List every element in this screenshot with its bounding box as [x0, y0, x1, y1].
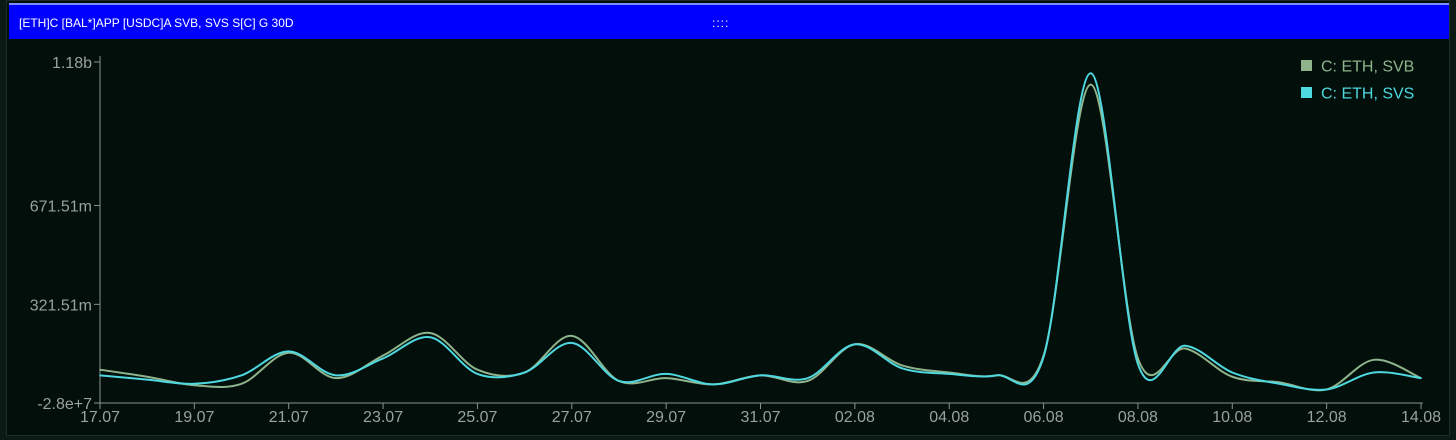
data-point — [146, 375, 148, 378]
series-line-2 — [99, 72, 1422, 391]
data-point — [1278, 383, 1281, 385]
data-point — [99, 374, 101, 377]
data-point — [570, 335, 573, 337]
data-point — [382, 354, 384, 357]
x-tick-label: 10.08 — [1212, 409, 1252, 426]
data-point — [193, 383, 196, 385]
data-point — [1184, 347, 1186, 350]
data-point — [665, 377, 667, 379]
data-point — [995, 374, 998, 377]
data-point — [382, 357, 384, 360]
x-tick-label: 31.07 — [740, 409, 780, 426]
legend-label[interactable]: C: ETH, SVB — [1321, 59, 1414, 76]
data-point — [665, 373, 667, 375]
data-point — [287, 350, 290, 353]
data-point — [476, 373, 479, 375]
series-line-1 — [99, 83, 1422, 392]
data-point — [1373, 371, 1375, 374]
data-point — [240, 383, 243, 385]
data-point — [1184, 344, 1186, 347]
data-point — [1231, 375, 1234, 378]
legend-label[interactable]: C: ETH, SVS — [1321, 86, 1414, 103]
x-tick-label: 14.08 — [1401, 409, 1441, 426]
data-point — [806, 380, 809, 382]
data-point — [429, 336, 432, 339]
x-tick-label: 19.07 — [174, 409, 214, 426]
line-chart: -2.8e+7321.51m671.51m1.18b17.07 19.07 21.0… — [30, 55, 1441, 426]
data-point — [901, 367, 903, 370]
data-point — [240, 374, 243, 377]
data-point — [335, 377, 337, 379]
data-point — [1373, 359, 1375, 361]
data-point — [1089, 72, 1092, 75]
data-point — [948, 373, 951, 375]
legend-swatch — [1301, 60, 1312, 71]
x-tick-label: 29.07 — [646, 409, 686, 426]
x-tick-label: 21.07 — [269, 409, 309, 426]
data-point — [618, 380, 620, 382]
y-tick-label: 671.51m — [30, 199, 92, 216]
legend-swatch — [1301, 87, 1312, 98]
x-tick-label: 17.07 — [80, 409, 120, 426]
data-point — [806, 377, 809, 379]
data-point — [335, 374, 337, 377]
data-point — [429, 332, 432, 334]
data-point — [901, 364, 903, 367]
data-point — [712, 383, 715, 386]
x-tick-label: 02.08 — [835, 409, 875, 426]
data-point — [759, 374, 762, 377]
data-point — [523, 371, 526, 374]
data-point — [476, 368, 479, 371]
data-point — [1231, 371, 1234, 374]
x-tick-label: 23.07 — [363, 409, 403, 426]
data-point — [1420, 377, 1422, 379]
data-point — [1042, 356, 1045, 358]
x-tick-label: 08.08 — [1118, 409, 1158, 426]
x-tick-label: 06.08 — [1024, 409, 1064, 426]
y-tick-label: 321.51m — [30, 297, 92, 314]
data-point — [99, 368, 101, 371]
x-tick-label: 04.08 — [929, 409, 969, 426]
chart-series — [99, 72, 1422, 392]
data-point — [854, 343, 856, 346]
data-point — [570, 342, 573, 344]
chart-legend: C: ETH, SVB C: ETH, SVS — [1301, 59, 1414, 103]
x-tick-label: 12.08 — [1307, 409, 1347, 426]
y-tick-label: 1.18b — [52, 55, 92, 72]
data-point — [146, 378, 148, 381]
data-point — [1089, 83, 1092, 86]
x-tick-label: 25.07 — [457, 409, 497, 426]
data-point — [1325, 388, 1328, 391]
x-tick-label: 27.07 — [552, 409, 592, 426]
data-point — [1137, 363, 1139, 365]
